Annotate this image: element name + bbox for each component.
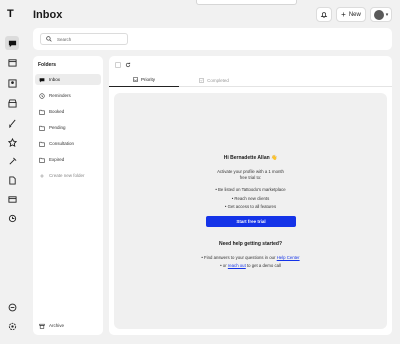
chat-icon	[39, 77, 45, 82]
folder-inbox[interactable]: Inbox	[35, 74, 101, 85]
list-toolbar	[115, 61, 131, 69]
folder-icon	[39, 141, 45, 147]
archive-icon	[39, 323, 45, 329]
search-bar-card	[33, 28, 392, 50]
folder-label: Reminders	[49, 93, 71, 98]
help-line-2: • or reach out to get a demo call	[114, 263, 387, 268]
notifications-button[interactable]	[316, 7, 332, 22]
reach-out-link[interactable]: reach out	[228, 263, 246, 268]
archive-label: Archive	[49, 323, 65, 328]
folder-reminders[interactable]: Reminders	[35, 90, 101, 101]
folder-icon	[39, 109, 45, 115]
refresh-icon[interactable]	[125, 62, 131, 68]
folder-icon	[39, 125, 45, 131]
help-text: • Find answers to your questions in our	[201, 255, 276, 260]
calendar-icon[interactable]	[7, 57, 17, 67]
help-text: to get a demo call	[246, 263, 281, 268]
search-box[interactable]	[40, 33, 128, 45]
empty-state: Hi Bernadette Allan 👋 Activate your prof…	[114, 93, 387, 329]
logo[interactable]: T	[7, 9, 17, 20]
conversation-panel: Priority Completed Hi Bernadette Allan 👋…	[109, 56, 392, 335]
folder-label: Consultation	[49, 141, 75, 146]
portfolio-icon[interactable]	[7, 78, 17, 88]
folder-label: Pending	[49, 125, 66, 130]
tab-priority[interactable]: Priority	[109, 73, 179, 87]
tools-icon[interactable]	[7, 156, 17, 166]
store-icon[interactable]	[7, 98, 17, 108]
settings-icon[interactable]	[7, 321, 17, 331]
page-title: Inbox	[33, 9, 63, 21]
folder-label: Create new folder	[49, 173, 85, 178]
inbox-icon	[133, 77, 138, 82]
help-title: Need help getting started?	[218, 241, 283, 247]
benefit-item: • Reach new clients	[231, 196, 270, 201]
bell-icon	[320, 11, 328, 18]
folder-booked[interactable]: Booked	[35, 106, 101, 117]
check-icon	[199, 77, 204, 83]
intro-line-2: free trial to:	[239, 174, 262, 180]
folder-pending[interactable]: Pending	[35, 122, 101, 133]
help-text: • or	[220, 263, 227, 268]
archive-button[interactable]: Archive	[35, 320, 101, 331]
card-icon[interactable]	[7, 194, 17, 204]
star-icon[interactable]	[7, 137, 17, 147]
tab-completed[interactable]: Completed	[179, 73, 249, 87]
folder-icon	[39, 157, 45, 163]
support-chat-icon[interactable]	[7, 302, 17, 312]
start-free-trial-button[interactable]: Start free trial	[206, 216, 296, 227]
help-line-1: • Find answers to your questions in our …	[114, 255, 387, 260]
top-dropdown-edge	[196, 0, 297, 5]
benefit-item: • Get access to all features	[224, 204, 277, 209]
account-menu-button[interactable]: ▾	[370, 7, 392, 22]
folder-label: Expired	[49, 157, 65, 162]
nav-rail: T	[0, 0, 24, 344]
plus-icon: +	[341, 9, 346, 19]
tab-label: Completed	[207, 77, 229, 83]
greeting: Hi Bernadette Allan 👋	[223, 155, 278, 161]
brush-icon[interactable]	[7, 118, 17, 128]
chat-icon[interactable]	[5, 36, 19, 50]
folder-consultation[interactable]: Consultation	[35, 138, 101, 149]
intro-text: Activate your profile with a 1 month fre…	[114, 169, 387, 180]
new-button-label: New	[348, 11, 361, 18]
create-folder-button[interactable]: Create new folder	[35, 170, 101, 181]
tab-label: Priority	[140, 77, 155, 82]
folders-panel: Folders Inbox Reminders Booked Pending C…	[33, 56, 103, 335]
folder-label: Booked	[49, 109, 65, 114]
tab-bar: Priority Completed	[109, 73, 392, 87]
folder-label: Inbox	[49, 77, 61, 82]
benefit-item: • Be listed on Tattoodo's marketplace	[215, 187, 286, 192]
select-all-checkbox[interactable]	[115, 62, 121, 68]
folders-title: Folders	[38, 62, 57, 68]
chevron-down-icon: ▾	[385, 11, 389, 18]
new-button[interactable]: + New	[336, 7, 366, 22]
sync-icon[interactable]	[7, 213, 17, 223]
avatar-icon	[373, 9, 384, 20]
search-input[interactable]	[57, 36, 127, 42]
search-icon	[46, 36, 52, 42]
document-icon[interactable]	[7, 175, 17, 185]
folder-expired[interactable]: Expired	[35, 154, 101, 165]
plus-icon	[40, 173, 44, 178]
help-center-link[interactable]: Help Center	[277, 255, 300, 260]
clock-icon	[39, 92, 45, 99]
